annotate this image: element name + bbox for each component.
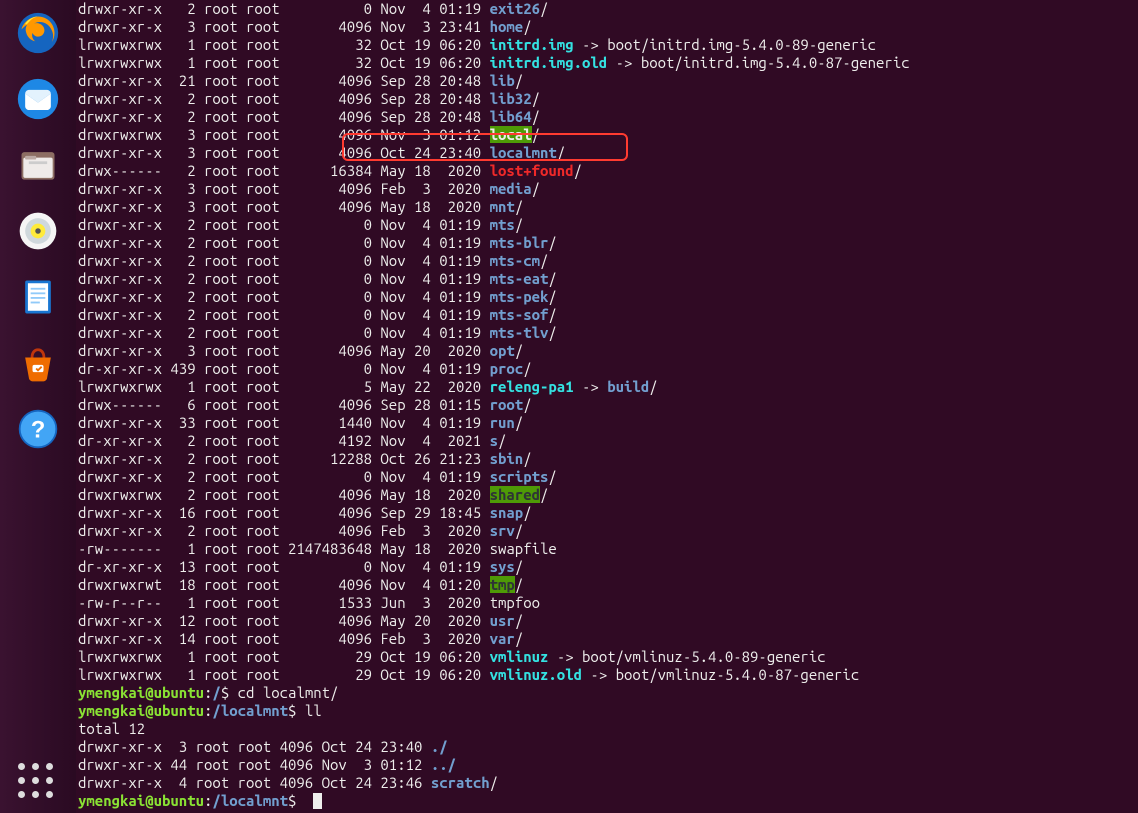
- terminal-line: dr-xr-xr-x 439 root root 0 Nov 4 01:19 p…: [78, 360, 1138, 378]
- terminal-line: drwxr-xr-x 3 root root 4096 May 18 2020 …: [78, 198, 1138, 216]
- terminal-line: total 12: [78, 720, 1138, 738]
- terminal-line: drwxr-xr-x 3 root root 4096 Oct 24 23:40…: [78, 738, 1138, 756]
- terminal-line: drwxr-xr-x 2 root root 0 Nov 4 01:19 mts…: [78, 306, 1138, 324]
- terminal-line: lrwxrwxrwx 1 root root 29 Oct 19 06:20 v…: [78, 666, 1138, 684]
- terminal-line: drwxr-xr-x 3 root root 4096 May 20 2020 …: [78, 342, 1138, 360]
- terminal-line: drwx------ 6 root root 4096 Sep 28 01:15…: [78, 396, 1138, 414]
- terminal-line: drwxr-xr-x 2 root root 4096 Sep 28 20:48…: [78, 90, 1138, 108]
- apps-button[interactable]: [18, 763, 54, 799]
- terminal-line: lrwxrwxrwx 1 root root 29 Oct 19 06:20 v…: [78, 648, 1138, 666]
- terminal-line: drwxr-xr-x 2 root root 0 Nov 4 01:19 mts…: [78, 288, 1138, 306]
- terminal-line: drwx------ 2 root root 16384 May 18 2020…: [78, 162, 1138, 180]
- terminal-line: ymengkai@ubuntu:/$ cd localmnt/: [78, 684, 1138, 702]
- terminal-line: dr-xr-xr-x 13 root root 0 Nov 4 01:19 sy…: [78, 558, 1138, 576]
- firefox-icon[interactable]: [13, 8, 63, 58]
- help-icon[interactable]: ?: [13, 404, 63, 454]
- terminal-line: lrwxrwxrwx 1 root root 32 Oct 19 06:20 i…: [78, 54, 1138, 72]
- terminal-line: drwxr-xr-x 2 root root 0 Nov 4 01:19 mts…: [78, 216, 1138, 234]
- terminal-line: drwxr-xr-x 2 root root 0 Nov 4 01:19 mts…: [78, 324, 1138, 342]
- terminal-line: ymengkai@ubuntu:/localmnt$: [78, 792, 1138, 810]
- terminal-line: -rw------- 1 root root 2147483648 May 18…: [78, 540, 1138, 558]
- terminal-line: dr-xr-xr-x 2 root root 4192 Nov 4 2021 s…: [78, 432, 1138, 450]
- terminal-line: drwxr-xr-x 44 root root 4096 Nov 3 01:12…: [78, 756, 1138, 774]
- svg-text:?: ?: [31, 416, 46, 443]
- terminal-line: drwxr-xr-x 16 root root 4096 Sep 29 18:4…: [78, 504, 1138, 522]
- terminal-line: ymengkai@ubuntu:/localmnt$ ll: [78, 702, 1138, 720]
- terminal-line: -rw-r--r-- 1 root root 1533 Jun 3 2020 t…: [78, 594, 1138, 612]
- terminal-line: drwxr-xr-x 2 root root 12288 Oct 26 21:2…: [78, 450, 1138, 468]
- terminal-line: drwxr-xr-x 3 root root 4096 Oct 24 23:40…: [78, 144, 1138, 162]
- terminal-line: drwxr-xr-x 2 root root 0 Nov 4 01:19 mts…: [78, 252, 1138, 270]
- terminal-line: drwxr-xr-x 3 root root 4096 Feb 3 2020 m…: [78, 180, 1138, 198]
- terminal-line: drwxrwxrwx 2 root root 4096 May 18 2020 …: [78, 486, 1138, 504]
- writer-icon[interactable]: [13, 272, 63, 322]
- files-icon[interactable]: [13, 140, 63, 190]
- thunderbird-icon[interactable]: [13, 74, 63, 124]
- terminal-line: lrwxrwxrwx 1 root root 5 May 22 2020 rel…: [78, 378, 1138, 396]
- terminal-line: drwxr-xr-x 12 root root 4096 May 20 2020…: [78, 612, 1138, 630]
- terminal-line: drwxr-xr-x 2 root root 0 Nov 4 01:19 mts…: [78, 234, 1138, 252]
- rhythmbox-icon[interactable]: [13, 206, 63, 256]
- cursor: [313, 793, 322, 809]
- terminal-line: drwxrwxrwt 18 root root 4096 Nov 4 01:20…: [78, 576, 1138, 594]
- terminal-line: drwxr-xr-x 2 root root 0 Nov 4 01:19 scr…: [78, 468, 1138, 486]
- terminal-line: drwxr-xr-x 2 root root 0 Nov 4 01:19 exi…: [78, 0, 1138, 18]
- terminal-line: drwxr-xr-x 14 root root 4096 Feb 3 2020 …: [78, 630, 1138, 648]
- terminal-line: drwxr-xr-x 33 root root 1440 Nov 4 01:19…: [78, 414, 1138, 432]
- terminal-line: drwxr-xr-x 3 root root 4096 Nov 3 23:41 …: [78, 18, 1138, 36]
- terminal-line: drwxrwxrwx 3 root root 4096 Nov 3 01:12 …: [78, 126, 1138, 144]
- software-icon[interactable]: [13, 338, 63, 388]
- terminal-line: lrwxrwxrwx 1 root root 32 Oct 19 06:20 i…: [78, 36, 1138, 54]
- terminal-line: drwxr-xr-x 2 root root 4096 Sep 28 20:48…: [78, 108, 1138, 126]
- terminal[interactable]: drwxr-xr-x 2 root root 0 Nov 4 01:19 exi…: [76, 0, 1138, 813]
- launcher-dock: ?: [0, 0, 76, 813]
- terminal-line: drwxr-xr-x 21 root root 4096 Sep 28 20:4…: [78, 72, 1138, 90]
- terminal-line: drwxr-xr-x 2 root root 0 Nov 4 01:19 mts…: [78, 270, 1138, 288]
- terminal-line: drwxr-xr-x 4 root root 4096 Oct 24 23:46…: [78, 774, 1138, 792]
- terminal-line: drwxr-xr-x 2 root root 4096 Feb 3 2020 s…: [78, 522, 1138, 540]
